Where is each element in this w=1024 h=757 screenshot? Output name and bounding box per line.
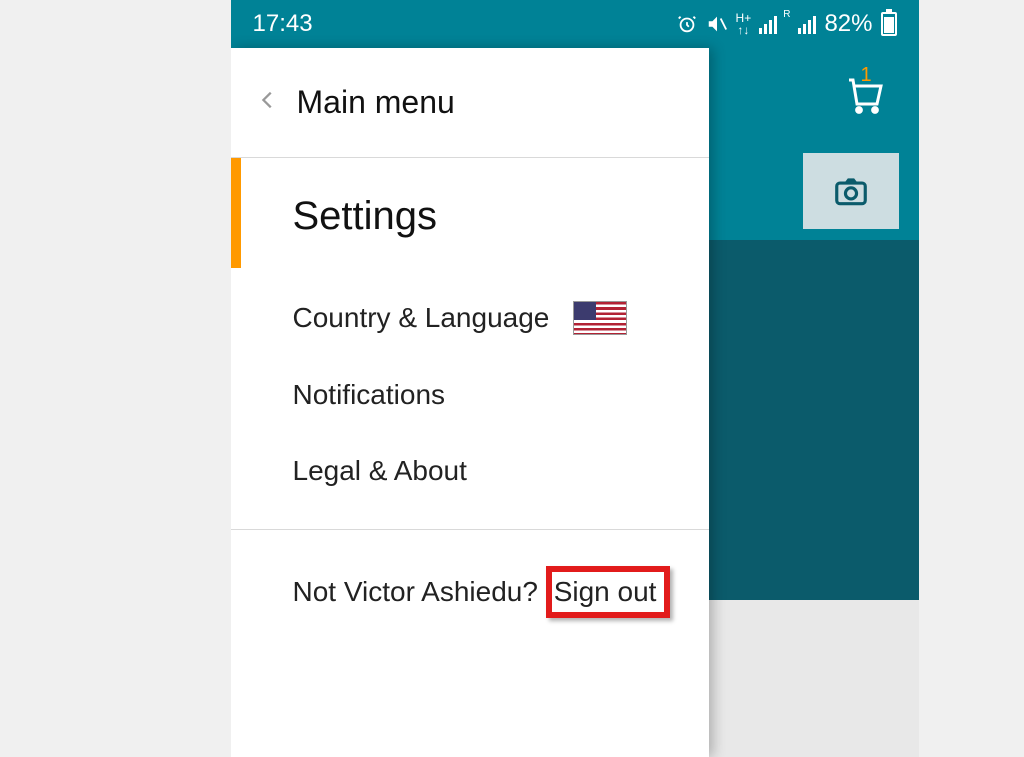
battery-icon [881, 12, 897, 36]
cart-count: 1 [861, 64, 872, 87]
back-chevron-icon[interactable] [257, 84, 279, 121]
status-bar: 17:43 H+↑↓ R 82% [231, 0, 919, 48]
phone-frame: 17:43 H+↑↓ R 82% 1 [231, 0, 919, 757]
network-type-label: H+↑↓ [736, 12, 752, 36]
alarm-icon [676, 13, 698, 35]
panel-body: Settings Country & Language Notification… [231, 158, 709, 640]
menu-item-country-language[interactable]: Country & Language [231, 279, 709, 357]
panel-header[interactable]: Main menu [231, 48, 709, 158]
menu-item-legal-about[interactable]: Legal & About [231, 433, 709, 509]
menu-panel: Main menu Settings Country & Language No… [231, 48, 709, 757]
cart-button[interactable]: 1 [839, 68, 891, 121]
us-flag-icon [573, 301, 627, 335]
panel-title: Main menu [297, 84, 455, 121]
roaming-label: R [783, 9, 790, 20]
settings-heading: Settings [231, 184, 709, 279]
signout-prefix: Not Victor Ashiedu? [293, 576, 546, 607]
signal-icon-2 [798, 14, 816, 34]
legal-about-label: Legal & About [293, 455, 467, 487]
mute-vibrate-icon [706, 13, 728, 35]
signal-icon-1 [759, 14, 777, 34]
status-icons: H+↑↓ R 82% [676, 10, 897, 38]
battery-percent: 82% [824, 10, 872, 38]
status-time: 17:43 [253, 10, 313, 38]
notifications-label: Notifications [293, 379, 446, 411]
country-language-label: Country & Language [293, 302, 550, 334]
signout-label: Sign out [554, 576, 657, 607]
signout-link[interactable]: Sign out [546, 566, 671, 618]
menu-item-notifications[interactable]: Notifications [231, 357, 709, 433]
camera-search-button[interactable] [803, 153, 899, 229]
signout-row[interactable]: Not Victor Ashiedu? Sign out [231, 530, 709, 640]
active-indicator [231, 158, 241, 268]
